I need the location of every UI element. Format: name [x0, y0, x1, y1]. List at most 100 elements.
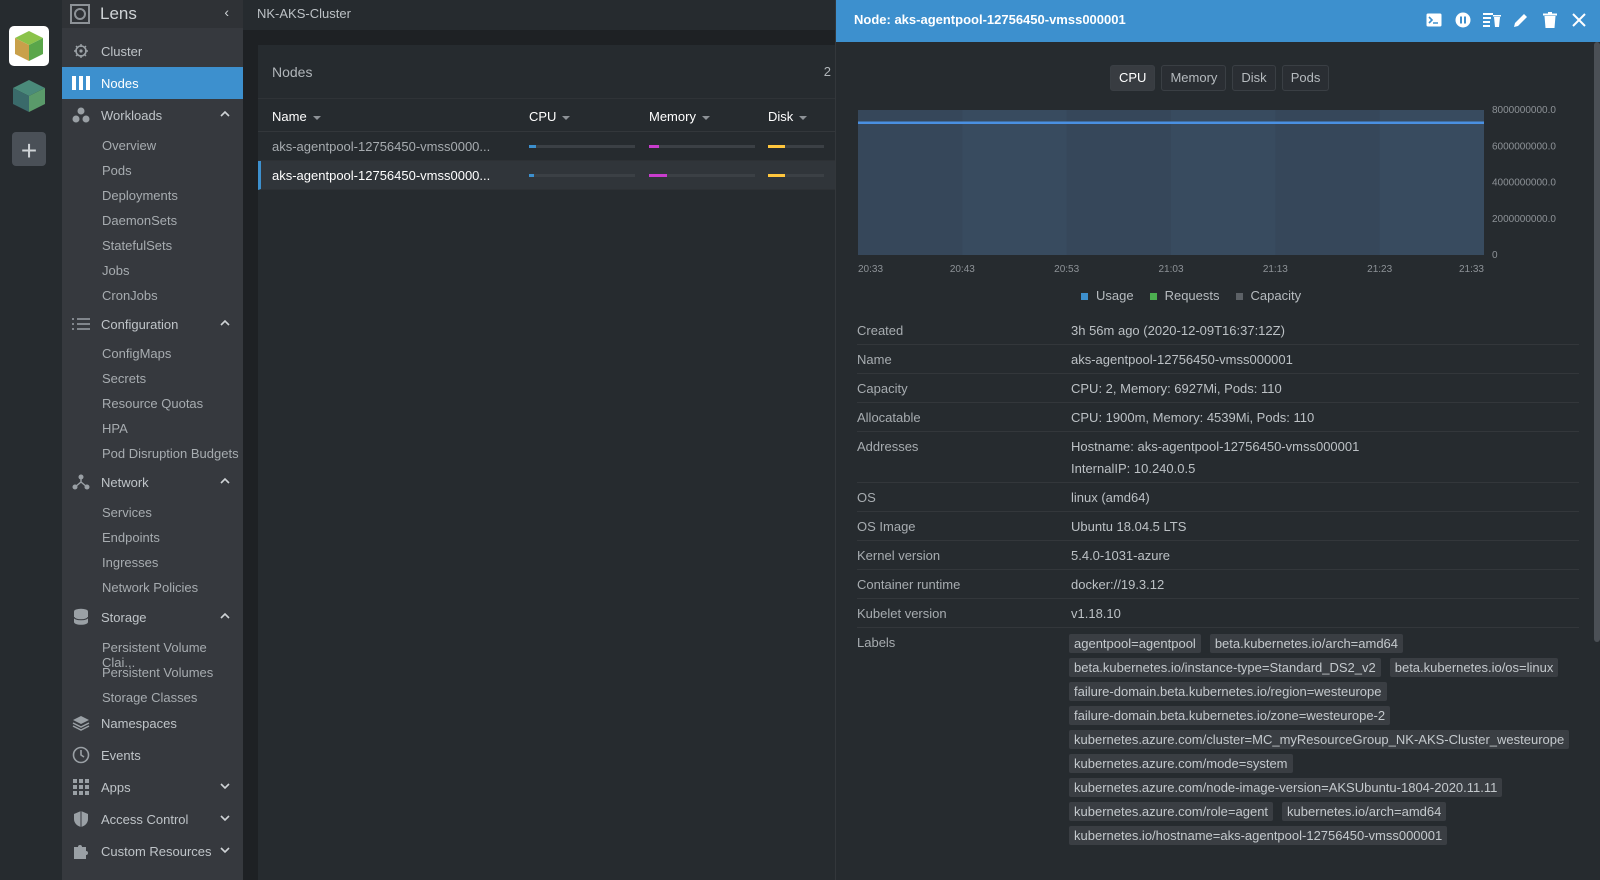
sort-icon — [799, 115, 808, 120]
sidebar-item-label: Network — [101, 474, 149, 490]
sidebar-subitem-configmaps[interactable]: ConfigMaps — [102, 346, 171, 361]
tab-cpu[interactable]: CPU — [1110, 65, 1156, 91]
legend-item-capacity[interactable]: Capacity — [1235, 288, 1301, 303]
label-badge: beta.kubernetes.io/arch=amd64 — [1209, 634, 1404, 653]
sidebar-item-nodes[interactable]: Nodes — [62, 67, 243, 99]
cube-icon — [15, 31, 43, 61]
chevron-down-icon[interactable] — [219, 844, 231, 856]
sidebar-subitem-resource-quotas[interactable]: Resource Quotas — [102, 396, 203, 411]
network-icon — [72, 473, 90, 491]
sidebar-item-apps[interactable]: Apps — [62, 771, 243, 803]
sidebar-item-storage[interactable]: Storage — [62, 601, 243, 633]
sidebar-subitem-services[interactable]: Services — [102, 505, 152, 520]
x-tick-label: 21:33 — [1459, 264, 1484, 275]
workloads-icon — [72, 106, 90, 124]
property-key: Addresses — [857, 439, 919, 454]
sidebar-item-label: Configuration — [101, 316, 179, 332]
sidebar-subitem-deployments[interactable]: Deployments — [102, 188, 178, 203]
delete-icon[interactable] — [1540, 10, 1560, 30]
tab-pods[interactable]: Pods — [1281, 65, 1330, 91]
labels-row: Labels agentpool=agentpool beta.kubernetes… — [857, 628, 1579, 845]
sidebar-subitem-endpoints[interactable]: Endpoints — [102, 530, 160, 545]
sidebar-subitem-pdb[interactable]: Pod Disruption Budgets — [102, 446, 239, 461]
sidebar-item-access-control[interactable]: Access Control — [62, 803, 243, 835]
sidebar-item-workloads[interactable]: Workloads — [62, 99, 243, 131]
add-cluster-button[interactable]: + — [12, 132, 46, 166]
drawer-title: Node: aks-agentpool-12756450-vmss000001 — [854, 12, 1126, 27]
scrollbar[interactable] — [1594, 42, 1600, 642]
node-name: aks-agentpool-12756450-vmss0000... — [272, 139, 491, 154]
column-header-disk[interactable]: Disk — [768, 109, 808, 124]
layers-icon — [72, 714, 90, 732]
helm-wheel-icon — [72, 42, 90, 60]
chevron-down-icon[interactable] — [219, 780, 231, 792]
y-tick-label: 4000000000.0 — [1492, 178, 1556, 189]
sidebar-item-configuration[interactable]: Configuration — [62, 308, 243, 340]
sidebar-item-label: Custom Resources — [101, 843, 212, 859]
sidebar-item-events[interactable]: Events — [62, 739, 243, 771]
chevron-up-icon[interactable] — [219, 108, 231, 120]
sidebar-subitem-storage-classes[interactable]: Storage Classes — [102, 690, 197, 705]
property-value: Ubuntu 18.04.5 LTS — [1071, 519, 1187, 534]
property-key: Allocatable — [857, 410, 921, 425]
close-icon[interactable] — [1569, 10, 1589, 30]
label-badge: beta.kubernetes.io/os=linux — [1389, 658, 1559, 677]
sidebar-subitem-secrets[interactable]: Secrets — [102, 371, 146, 386]
column-header-name[interactable]: Name — [272, 109, 321, 124]
property-row: Allocatable CPU: 1900m, Memory: 4539Mi, P… — [857, 403, 1579, 432]
table-header: Name CPU Memory Disk — [258, 98, 835, 132]
table-row[interactable]: aks-agentpool-12756450-vmss0000... — [258, 132, 835, 161]
node-properties: Created 3h 56m ago (2020-12-09T16:37:12Z)… — [857, 316, 1579, 845]
items-count: 2 — [823, 64, 831, 79]
chevron-up-icon[interactable] — [219, 317, 231, 329]
property-key: Container runtime — [857, 577, 961, 592]
disk-usage-bar — [768, 174, 824, 177]
column-header-memory[interactable]: Memory — [649, 109, 710, 124]
y-tick-label: 0 — [1492, 250, 1498, 261]
app-title: Lens — [100, 4, 137, 23]
sidebar-subitem-cronjobs[interactable]: CronJobs — [102, 288, 158, 303]
sidebar-subitem-daemonsets[interactable]: DaemonSets — [102, 213, 177, 228]
chart-band — [962, 110, 1067, 255]
property-value: linux (amd64) — [1071, 490, 1150, 505]
sidebar-subitem-overview[interactable]: Overview — [102, 138, 156, 153]
table-row-selected[interactable]: aks-agentpool-12756450-vmss0000... — [258, 161, 835, 190]
sidebar-subitem-statefulsets[interactable]: StatefulSets — [102, 238, 172, 253]
sidebar-item-network[interactable]: Network — [62, 466, 243, 498]
cluster-icon[interactable] — [9, 76, 49, 116]
legend-item-usage[interactable]: Usage — [1081, 288, 1134, 303]
tab-disk[interactable]: Disk — [1232, 65, 1276, 91]
label-badge: failure-domain.beta.kubernetes.io/region… — [1069, 682, 1387, 701]
x-tick-label: 21:23 — [1367, 264, 1392, 275]
tab-memory[interactable]: Memory — [1161, 65, 1227, 91]
chevron-down-icon[interactable] — [219, 812, 231, 824]
disk-usage-bar — [768, 145, 824, 148]
terminal-icon[interactable] — [1424, 10, 1444, 30]
chevron-up-icon[interactable] — [219, 610, 231, 622]
y-tick-label: 6000000000.0 — [1492, 141, 1556, 152]
sidebar-subitem-ingresses[interactable]: Ingresses — [102, 555, 158, 570]
edit-icon[interactable] — [1511, 10, 1531, 30]
sidebar-item-cluster[interactable]: Cluster — [62, 35, 243, 67]
sidebar-item-custom-resources[interactable]: Custom Resources — [62, 835, 243, 867]
label-badge: kubernetes.io/arch=amd64 — [1282, 802, 1447, 821]
sidebar-subitem-pv[interactable]: Persistent Volumes — [102, 665, 213, 680]
collapse-sidebar-icon[interactable]: ‹ — [224, 4, 229, 20]
sidebar-subitem-pods[interactable]: Pods — [102, 163, 132, 178]
metrics-chart: 0 2000000000.0 4000000000.0 6000000000.0 800… — [858, 105, 1556, 275]
column-header-cpu[interactable]: CPU — [529, 109, 571, 124]
sidebar-item-namespaces[interactable]: Namespaces — [62, 707, 243, 739]
drain-icon[interactable] — [1482, 10, 1502, 30]
pause-icon[interactable] — [1453, 10, 1473, 30]
property-value: aks-agentpool-12756450-vmss000001 — [1071, 352, 1293, 367]
sidebar-subitem-hpa[interactable]: HPA — [102, 421, 128, 436]
memory-usage-bar — [649, 174, 755, 177]
sidebar-item-label: Namespaces — [101, 715, 177, 731]
sidebar-subitem-network-policies[interactable]: Network Policies — [102, 580, 198, 595]
chart-band — [1379, 110, 1484, 255]
shield-icon — [72, 810, 90, 828]
cluster-icon-active[interactable] — [9, 26, 49, 66]
legend-item-requests[interactable]: Requests — [1149, 288, 1220, 303]
sidebar-subitem-jobs[interactable]: Jobs — [102, 263, 129, 278]
chevron-up-icon[interactable] — [219, 475, 231, 487]
